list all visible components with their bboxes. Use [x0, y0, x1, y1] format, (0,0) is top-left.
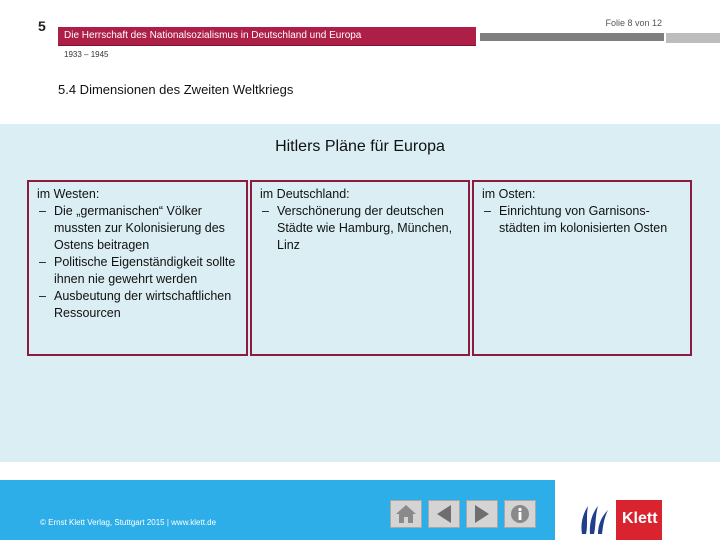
chapter-number: 5 [38, 18, 46, 34]
date-range: 1933 – 1945 [64, 50, 109, 59]
column-west-list: Die „germanischen“ Völker mussten zur Ko… [37, 203, 238, 322]
info-icon [511, 505, 529, 523]
prev-arrow-icon [437, 505, 451, 523]
column-east-title: im Osten: [482, 187, 536, 201]
next-slide-button[interactable] [466, 500, 498, 528]
column-germany: im Deutschland: Verschönerung der deutsc… [250, 180, 470, 356]
header-decor-bar [480, 33, 664, 41]
klett-logo-text: Klett [616, 500, 662, 540]
next-arrow-icon [475, 505, 489, 523]
list-item: Ausbeutung der wirtschaftlichen Ressourc… [37, 288, 238, 322]
copyright-text: © Ernst Klett Verlag, Stuttgart 2015 | w… [40, 518, 217, 527]
column-west-title: im Westen: [37, 187, 100, 201]
column-germany-list: Verschönerung der deutschen Städte wie H… [260, 203, 460, 254]
info-button[interactable] [504, 500, 536, 528]
main-heading: Hitlers Pläne für Europa [275, 138, 445, 155]
column-west: im Westen: Die „germanischen“ Völker mus… [27, 180, 248, 356]
header-decor-bar-light [666, 33, 720, 43]
list-item: Einrichtung von Garnisons­städten im kol… [482, 203, 682, 237]
slide-counter: Folie 8 von 12 [605, 18, 662, 28]
column-east: im Osten: Einrichtung von Garnisons­städ… [472, 180, 692, 356]
home-button[interactable] [390, 500, 422, 528]
column-east-list: Einrichtung von Garnisons­städten im kol… [482, 203, 682, 237]
presentation-title: Die Herrschaft des Nationalsozialismus i… [64, 30, 362, 41]
klett-logo: Klett [568, 490, 720, 540]
klett-emblem-icon [581, 506, 608, 534]
list-item: Politische Eigenständigkeit sollte ihnen… [37, 254, 238, 288]
home-icon [396, 505, 416, 523]
previous-slide-button[interactable] [428, 500, 460, 528]
title-bar: Die Herrschaft des Nationalsozialismus i… [58, 27, 476, 46]
list-item: Die „germanischen“ Völker mussten zur Ko… [37, 203, 238, 254]
list-item: Verschönerung der deutschen Städte wie H… [260, 203, 460, 254]
column-germany-title: im Deutschland: [260, 187, 350, 201]
section-title: 5.4 Dimensionen des Zweiten Weltkriegs [58, 82, 294, 97]
